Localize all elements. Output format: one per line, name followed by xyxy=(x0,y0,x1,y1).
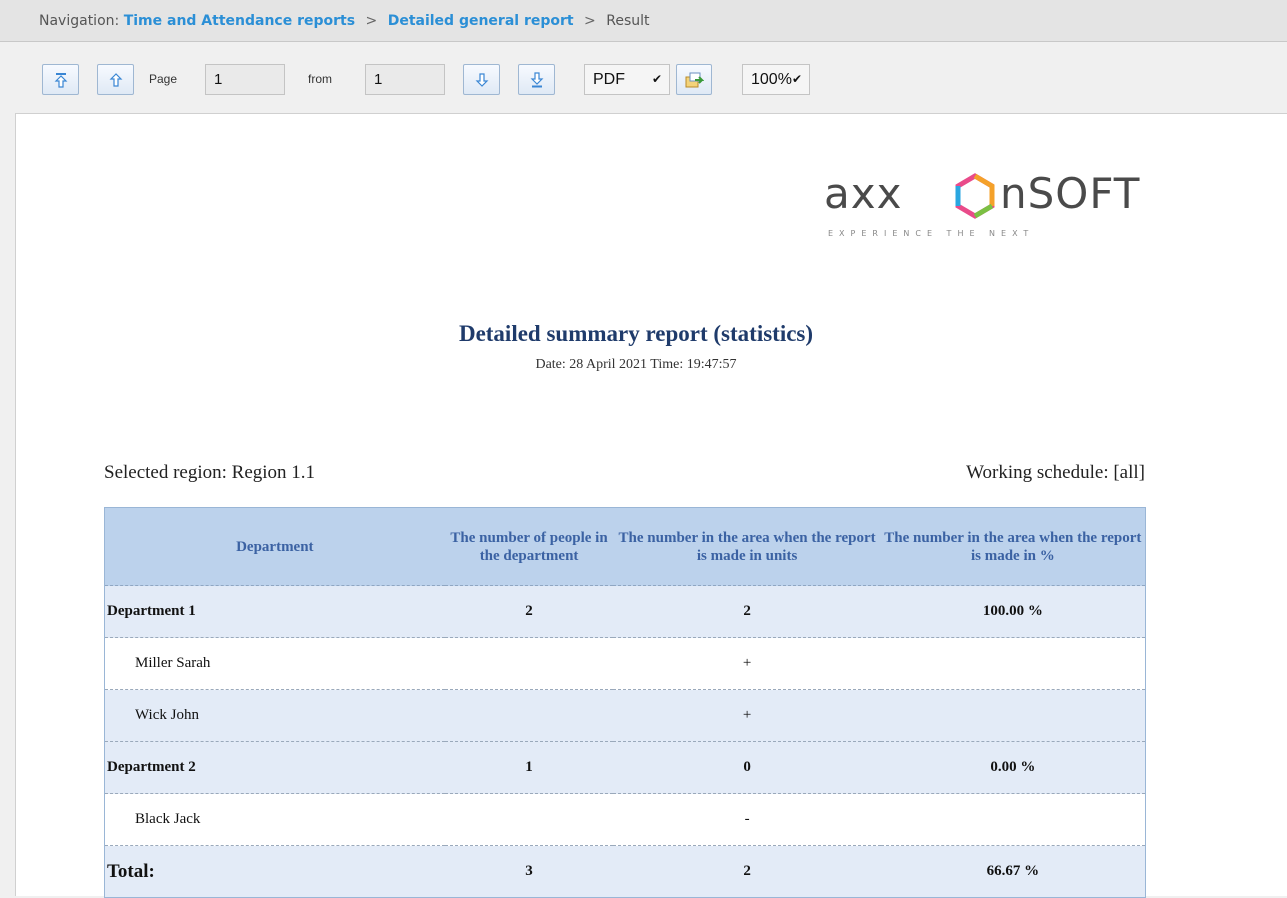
report-title: Detailed summary report (statistics) xyxy=(458,321,814,346)
presence-mark: + xyxy=(613,637,881,690)
table-row: Wick John + xyxy=(104,689,1146,742)
export-button[interactable] xyxy=(676,64,712,95)
selected-region: Selected region: Region 1.1 xyxy=(104,462,316,483)
first-page-button[interactable] xyxy=(42,64,79,95)
total-row: Total: 3 2 66.67 % xyxy=(104,845,1146,898)
people-count: 1 xyxy=(444,741,614,794)
next-page-button[interactable] xyxy=(463,64,500,95)
previous-page-button[interactable] xyxy=(97,64,134,95)
breadcrumb-separator: > xyxy=(584,13,596,29)
breadcrumb-link-time-attendance[interactable]: Time and Attendance reports xyxy=(124,13,355,29)
department-name: Department 2 xyxy=(104,741,445,794)
total-units: 2 xyxy=(613,845,881,898)
percent-value: 0.00 % xyxy=(880,741,1146,794)
breadcrumb-current: Result xyxy=(606,13,650,29)
table-header-row: Department The number of people in the d… xyxy=(104,507,1146,586)
percent-value xyxy=(880,793,1146,846)
breadcrumb-separator: > xyxy=(365,13,378,29)
go-first-icon xyxy=(54,72,67,88)
from-label: from xyxy=(308,72,332,86)
zoom-value: 100% xyxy=(751,71,792,88)
report-table: Department The number of people in the d… xyxy=(104,507,1146,898)
presence-mark: - xyxy=(613,793,881,846)
go-next-icon xyxy=(475,72,488,87)
table-row: Miller Sarah + xyxy=(104,637,1146,690)
export-format-value: PDF xyxy=(593,71,625,88)
department-name: Department 1 xyxy=(104,585,445,638)
go-previous-icon xyxy=(109,72,122,87)
presence-mark: + xyxy=(613,689,881,742)
page-label: Page xyxy=(149,72,178,86)
chevron-down-icon: ✔ xyxy=(791,72,802,86)
go-last-icon xyxy=(530,71,543,87)
axxon-logo-hexagon xyxy=(955,173,995,219)
working-schedule: Working schedule: [all] xyxy=(966,462,1145,483)
zoom-select[interactable]: 100% ✔ xyxy=(742,64,810,95)
employee-name: Wick John xyxy=(104,689,445,742)
total-pages-field: 1 xyxy=(365,64,445,95)
percent-value xyxy=(880,637,1146,690)
percent-value: 100.00 % xyxy=(880,585,1146,638)
report-date: Date: 28 April 2021 Time: 19:47:57 xyxy=(535,357,737,372)
export-icon xyxy=(685,72,704,87)
employee-name: Black Jack xyxy=(104,793,445,846)
column-header-people: The number of people in the department xyxy=(444,507,614,586)
export-format-select[interactable]: PDF ✔ xyxy=(584,64,670,95)
column-header-units: The number in the area when the report i… xyxy=(613,507,881,586)
breadcrumb-link-detailed-general-report[interactable]: Detailed general report xyxy=(388,13,574,29)
column-header-department: Department xyxy=(104,507,445,586)
total-percent: 66.67 % xyxy=(880,845,1146,898)
people-count xyxy=(444,637,614,690)
total-label: Total: xyxy=(104,845,445,898)
table-row: Department 2 1 0 0.00 % xyxy=(104,741,1146,794)
table-row: Black Jack - xyxy=(104,793,1146,846)
table-row: Department 1 2 2 100.00 % xyxy=(104,585,1146,638)
chevron-down-icon: ✔ xyxy=(651,72,662,86)
people-count xyxy=(444,793,614,846)
people-count: 2 xyxy=(444,585,614,638)
column-header-percent: The number in the area when the report i… xyxy=(880,507,1146,586)
logo-text-left: axx xyxy=(824,169,903,218)
breadcrumb-prefix: Navigation: xyxy=(39,13,120,29)
report-toolbar: Page 1 from 1 PDF ✔ 100% ✔ xyxy=(0,43,1287,113)
people-count xyxy=(444,689,614,742)
percent-value xyxy=(880,689,1146,742)
last-page-button[interactable] xyxy=(518,64,555,95)
page-number-input[interactable]: 1 xyxy=(205,64,285,95)
employee-name: Miller Sarah xyxy=(104,637,445,690)
breadcrumb: Navigation: Time and Attendance reports … xyxy=(0,0,1287,42)
units-count: 0 xyxy=(613,741,881,794)
logo-tagline: EXPERIENCE THE NEXT xyxy=(828,229,1035,238)
axxonsoft-logo: axx nSOFT EXPERIENCE THE NEXT xyxy=(824,169,1164,244)
units-count: 2 xyxy=(613,585,881,638)
report-page: axx nSOFT EXPERIENCE THE NEXT Detailed s… xyxy=(15,113,1287,898)
logo-text-right: nSOFT xyxy=(1000,169,1141,218)
total-people: 3 xyxy=(444,845,614,898)
